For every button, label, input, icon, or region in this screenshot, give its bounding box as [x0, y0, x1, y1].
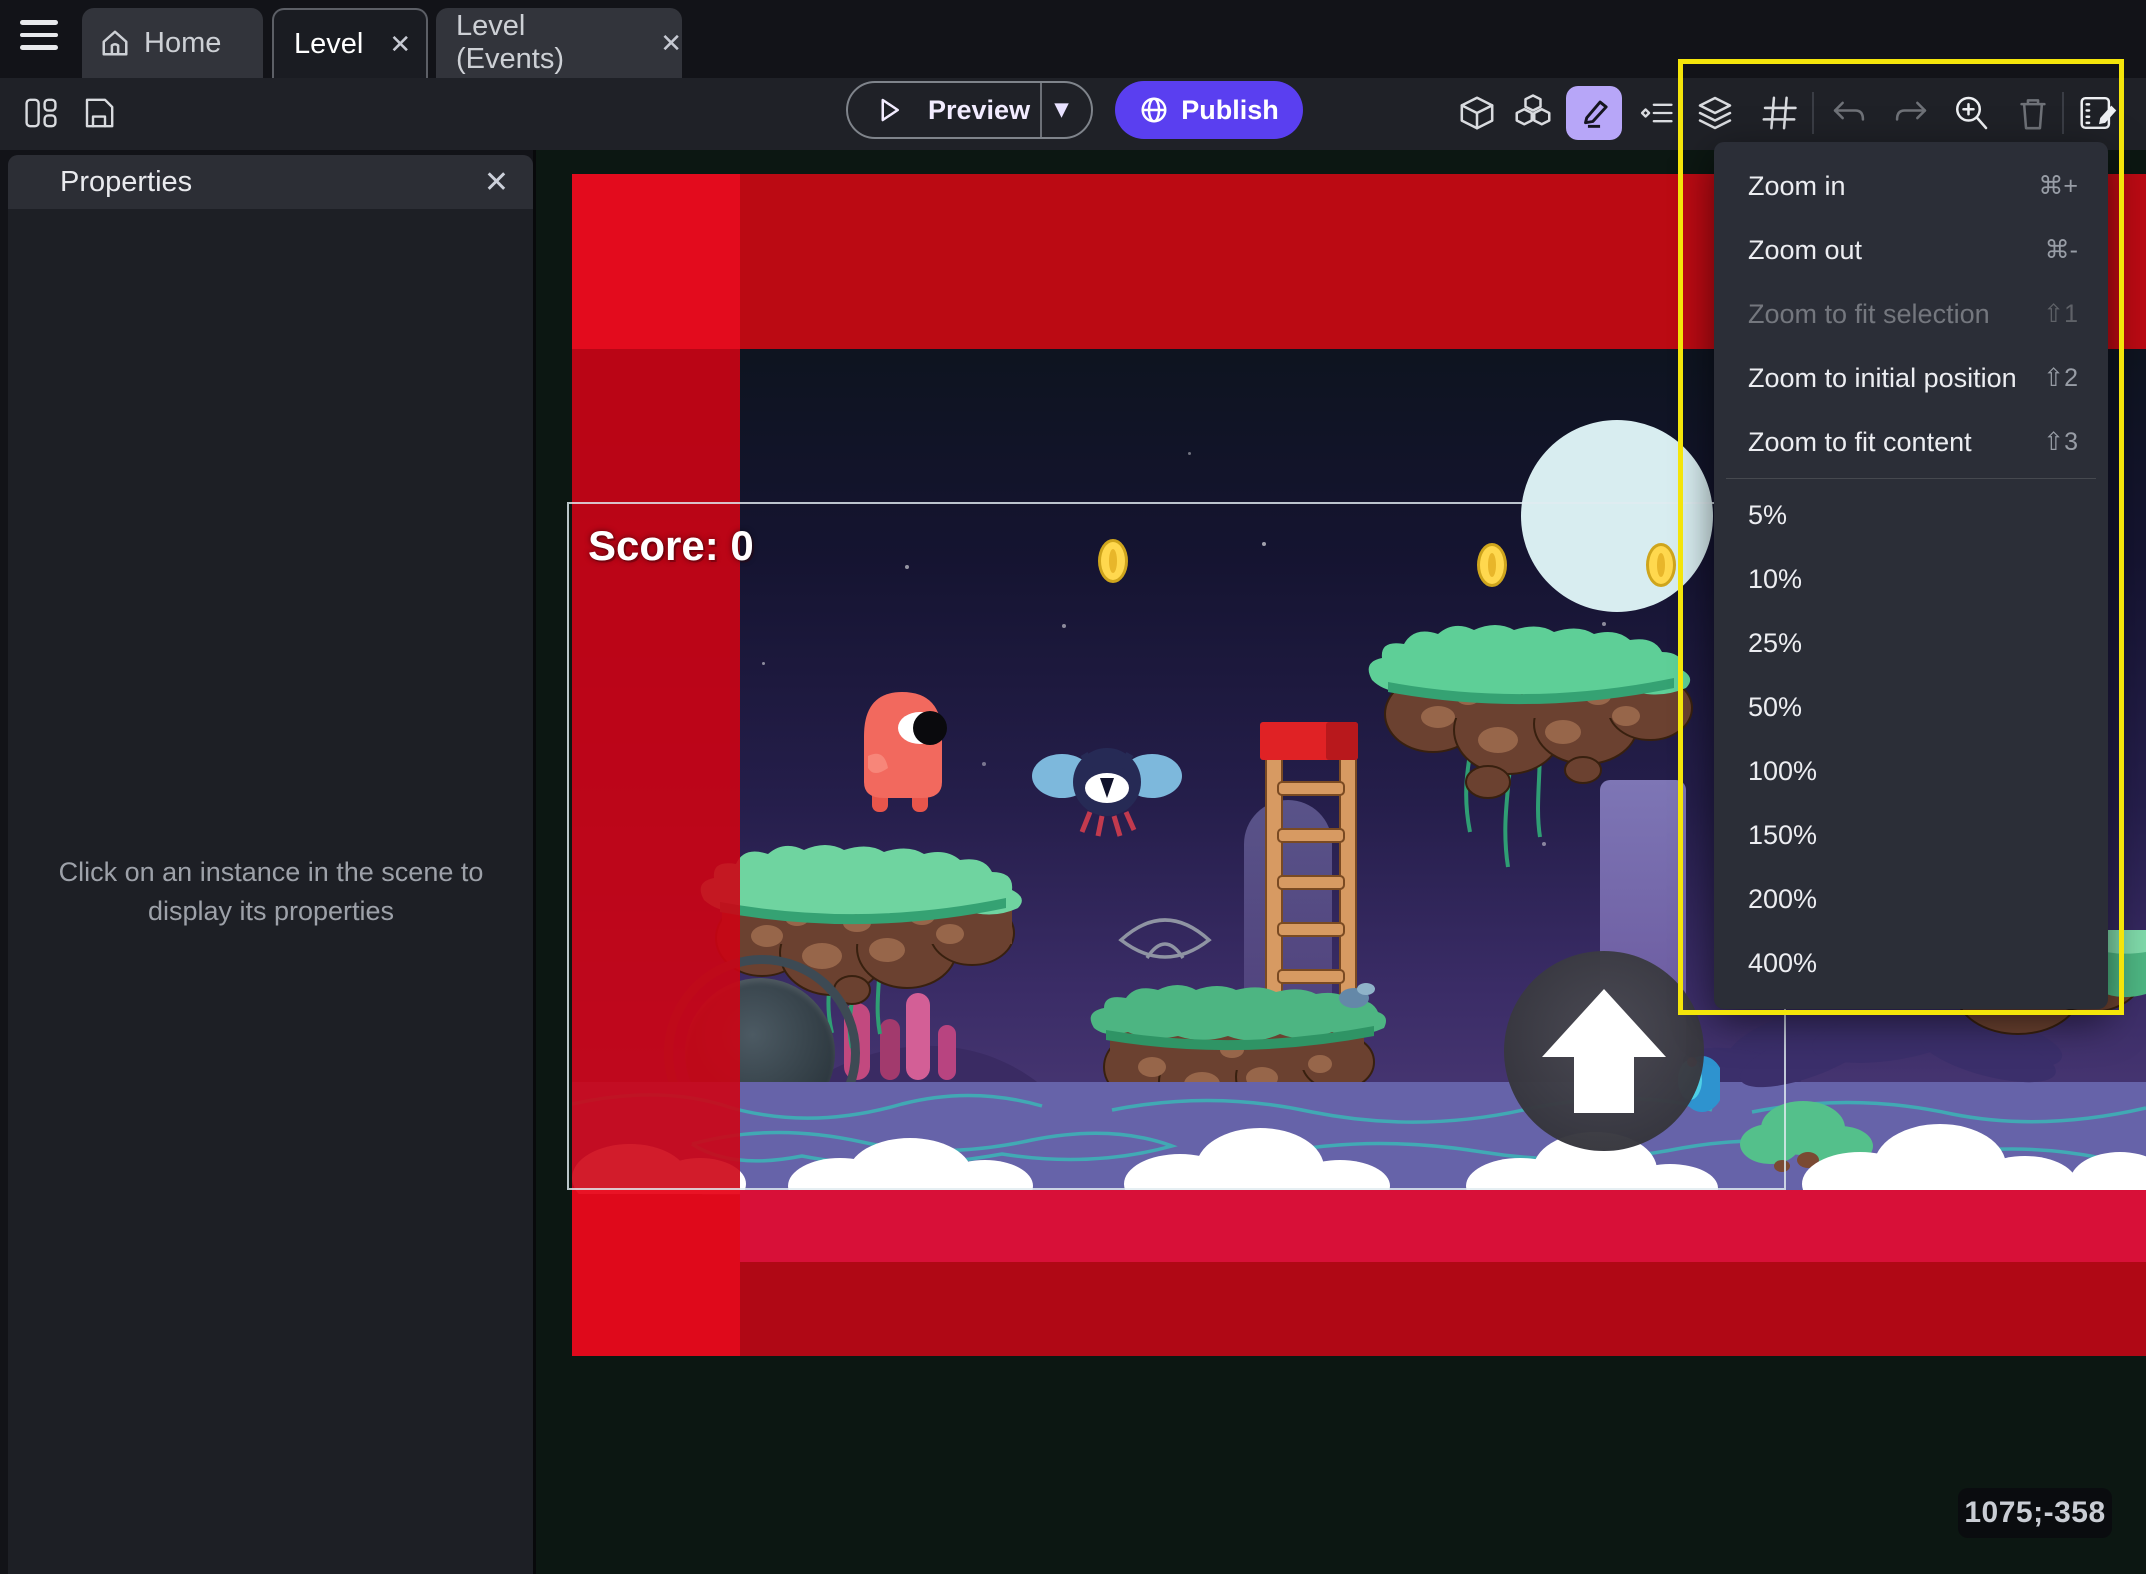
preview-options-caret-icon[interactable]: ▾ [1055, 93, 1068, 124]
home-icon [102, 30, 128, 56]
preview-label: Preview [928, 94, 1031, 125]
zoom-button[interactable] [1944, 86, 1998, 140]
menu-item-label: Zoom in [1748, 170, 1846, 201]
cursor-coordinates-badge: 1075;-358 [1958, 1488, 2112, 1538]
menu-item-shortcut: ⌘- [2044, 236, 2078, 264]
menu-item-zoom-400[interactable]: 400% [1714, 931, 2108, 995]
toggle-panels-button[interactable] [14, 86, 68, 140]
trash-icon [2020, 99, 2046, 130]
star [1188, 452, 1191, 455]
properties-panel-close-icon[interactable]: ✕ [484, 165, 509, 200]
gdevelop-editor-window: Score: 0 Home Level ✕ Level (Events) ✕ P… [0, 0, 2146, 1574]
menu-item-zoom-100[interactable]: 100% [1714, 739, 2108, 803]
panel-divider [533, 150, 536, 1574]
menu-divider [1726, 478, 2096, 479]
menu-item-label: 5% [1748, 499, 1788, 530]
tab-level-events-label: Level (Events) [456, 10, 564, 75]
menu-item-zoom-150[interactable]: 150% [1714, 803, 2108, 867]
menu-item-zoom-in[interactable]: Zoom in ⌘+ [1714, 154, 2108, 218]
toolbar: Preview ▾ Publish [0, 78, 2146, 150]
menu-item-shortcut: ⌘+ [2038, 172, 2078, 200]
toolbar-divider [1812, 92, 1814, 134]
events-sheet-icon [2080, 96, 2117, 130]
tab-home[interactable]: Home [82, 8, 263, 78]
layout-icon [25, 98, 57, 128]
globe-icon [1141, 97, 1167, 123]
add-object-button[interactable] [1450, 86, 1504, 140]
menu-item-zoom-25[interactable]: 25% [1714, 611, 2108, 675]
menu-item-label: 400% [1748, 947, 1818, 978]
menu-item-label: 150% [1748, 819, 1818, 850]
menu-item-zoom-fit-content[interactable]: Zoom to fit content ⇧3 [1714, 410, 2108, 474]
menu-item-label: 100% [1748, 755, 1818, 786]
menu-item-zoom-10[interactable]: 10% [1714, 547, 2108, 611]
menu-item-zoom-5[interactable]: 5% [1714, 483, 2108, 547]
grid-button[interactable] [1752, 86, 1806, 140]
zoom-in-icon [1956, 96, 1988, 130]
pencil-icon [1584, 100, 1608, 128]
menu-item-shortcut: ⇧1 [2043, 300, 2078, 328]
menu-item-label: Zoom to initial position [1748, 362, 2017, 393]
menu-item-zoom-50[interactable]: 50% [1714, 675, 2108, 739]
cube-icon [1460, 96, 1494, 130]
grid-icon [1762, 96, 1797, 130]
properties-panel-header: Properties ✕ [8, 155, 533, 209]
red-band-top-left [572, 174, 740, 349]
publish-button[interactable]: Publish [1115, 81, 1303, 139]
red-band-left-bottom [572, 1190, 740, 1356]
menu-item-label: Zoom to fit selection [1748, 298, 1990, 329]
diamond-list-icon [1640, 103, 1673, 123]
menu-item-zoom-200[interactable]: 200% [1714, 867, 2108, 931]
edit-mode-button[interactable] [1566, 86, 1622, 140]
game-window-border [567, 502, 1786, 1190]
properties-empty-message: Click on an instance in the scene to dis… [58, 857, 484, 927]
redo-button[interactable] [1884, 86, 1938, 140]
menu-item-label: 25% [1748, 627, 1803, 658]
save-icon [85, 98, 114, 128]
properties-panel-title: Properties [60, 165, 193, 198]
tab-level-label: Level [294, 27, 364, 60]
menu-item-label: 10% [1748, 563, 1803, 594]
tab-level-events[interactable]: Level (Events) ✕ [436, 8, 682, 78]
stacked-cubes-icon [1515, 94, 1551, 126]
preview-button[interactable]: Preview ▾ [846, 81, 1093, 139]
play-icon [881, 98, 899, 122]
menu-item-shortcut: ⇧2 [2043, 364, 2078, 392]
main-menu-button[interactable] [20, 12, 58, 58]
tab-level-close-icon[interactable]: ✕ [389, 29, 411, 60]
open-events-button[interactable] [2072, 86, 2126, 140]
menu-item-shortcut: ⇧3 [2043, 428, 2078, 456]
tab-level-events-close-icon[interactable]: ✕ [660, 28, 682, 59]
delete-button[interactable] [2006, 86, 2060, 140]
menu-item-label: 200% [1748, 883, 1818, 914]
undo-icon [1833, 101, 1865, 121]
layers-icon [1698, 96, 1732, 130]
undo-button[interactable] [1822, 86, 1876, 140]
zoom-dropdown-menu: Zoom in ⌘+ Zoom out ⌘- Zoom to fit selec… [1714, 142, 2108, 1009]
red-band-bottom-dark [740, 1262, 2146, 1356]
tab-level[interactable]: Level ✕ [272, 8, 428, 78]
menu-item-label: Zoom out [1748, 234, 1863, 265]
objects-list-button[interactable] [1628, 86, 1682, 140]
menu-item-zoom-fit-selection: Zoom to fit selection ⇧1 [1714, 282, 2108, 346]
preview-split-divider [1040, 83, 1042, 137]
layers-button[interactable] [1688, 86, 1742, 140]
redo-icon [1895, 101, 1927, 121]
save-button[interactable] [72, 86, 126, 140]
red-band-bottom-crimson [740, 1190, 2146, 1262]
tab-home-label: Home [144, 26, 222, 59]
instances-list-button[interactable] [1506, 86, 1560, 140]
toolbar-divider [2062, 92, 2064, 134]
publish-label: Publish [1181, 94, 1279, 125]
menu-item-label: 50% [1748, 691, 1803, 722]
score-text: Score: 0 [588, 522, 754, 569]
menu-item-zoom-initial-position[interactable]: Zoom to initial position ⇧2 [1714, 346, 2108, 410]
tab-bar: Home Level ✕ Level (Events) ✕ [0, 0, 2146, 78]
menu-item-label: Zoom to fit content [1748, 426, 1972, 457]
menu-item-zoom-out[interactable]: Zoom out ⌘- [1714, 218, 2108, 282]
properties-panel: Properties ✕ Click on an instance in the… [8, 155, 533, 1574]
